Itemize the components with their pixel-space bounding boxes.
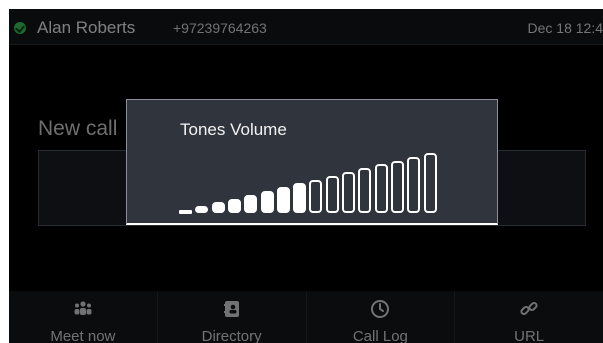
directory-label: Directory xyxy=(201,328,262,343)
volume-bar xyxy=(424,153,437,213)
popup-title: Tones Volume xyxy=(180,120,287,139)
volume-bar xyxy=(358,168,371,213)
volume-bar xyxy=(228,199,241,213)
url-button[interactable]: URL xyxy=(455,291,603,343)
url-label: URL xyxy=(514,328,545,343)
meet-now-label: Meet now xyxy=(50,328,116,343)
volume-bar xyxy=(342,172,355,213)
volume-bar xyxy=(375,164,388,213)
new-call-title: New call xyxy=(38,117,118,140)
status-bar: Alan Roberts +97239764263 Dec 18 12:4 xyxy=(9,9,603,45)
clock-icon xyxy=(371,300,390,318)
user-name: Alan Roberts xyxy=(37,18,136,37)
call-log-button[interactable]: Call Log xyxy=(307,291,456,343)
volume-bar xyxy=(309,180,322,213)
volume-bar xyxy=(179,210,192,214)
volume-bar xyxy=(391,161,404,213)
link-icon xyxy=(520,301,538,316)
phone-screen: Alan Roberts +97239764263 Dec 18 12:4 Ne… xyxy=(9,9,603,343)
user-number: +97239764263 xyxy=(173,20,267,36)
volume-bar xyxy=(277,187,290,213)
volume-bar xyxy=(195,206,208,213)
tones-volume-popup: Tones Volume xyxy=(126,99,498,225)
softkey-bar: Meet now Directory Call Log URL xyxy=(9,291,603,343)
volume-bar xyxy=(293,183,306,213)
volume-bar xyxy=(407,157,420,213)
volume-bar xyxy=(244,195,257,213)
volume-bar xyxy=(261,191,274,213)
presence-available-icon xyxy=(14,22,26,34)
date-time: Dec 18 12:4 xyxy=(527,20,603,36)
volume-bar xyxy=(212,202,225,213)
meet-now-button[interactable]: Meet now xyxy=(9,291,158,343)
directory-button[interactable]: Directory xyxy=(158,291,307,343)
directory-icon xyxy=(223,301,239,317)
people-icon xyxy=(74,301,92,315)
volume-bar xyxy=(326,176,339,213)
call-log-label: Call Log xyxy=(352,328,408,343)
